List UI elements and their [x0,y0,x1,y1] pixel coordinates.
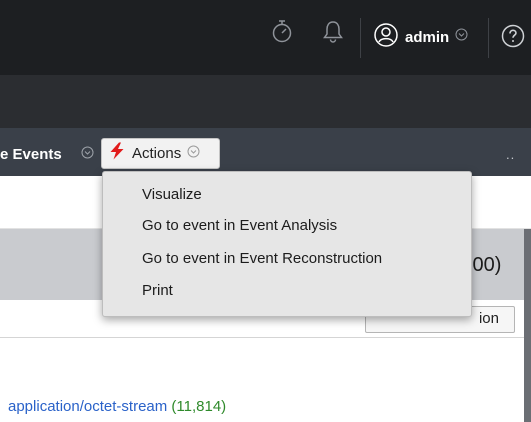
user-icon [373,22,399,53]
mime-type-row[interactable]: application/octet-stream (11,814) [8,398,226,415]
chevron-down-icon [455,28,468,46]
lightning-icon [109,142,125,165]
events-menu-label[interactable]: e Events [0,146,62,163]
user-name: admin [405,28,450,46]
actions-dropdown-menu: Visualize Go to event in Event Analysis … [102,171,472,317]
bell-icon[interactable] [322,18,344,44]
menu-item-print[interactable]: Print [142,282,173,299]
header-divider [360,18,361,58]
top-header-bar: admin [0,0,531,75]
menu-item-visualize[interactable]: Visualize [142,186,202,203]
menu-item-event-analysis[interactable]: Go to event in Event Analysis [142,217,337,234]
toolbar-overflow[interactable]: .. [506,147,515,162]
chevron-down-icon [187,145,200,163]
menu-item-event-reconstruction[interactable]: Go to event in Event Reconstruction [142,250,382,267]
stopwatch-icon[interactable] [271,18,293,44]
user-menu[interactable]: admin [373,22,468,53]
actions-label: Actions [132,145,182,162]
mime-type-count: (11,814) [171,398,227,415]
header-divider [488,18,489,58]
time-range-text: :00) [467,254,502,276]
chevron-down-icon[interactable] [81,146,94,164]
actions-button[interactable]: Actions [101,138,220,169]
events-toolbar [0,128,531,176]
visualization-label: ion [478,310,499,327]
mime-type-link[interactable]: application/octet-stream [8,398,167,415]
scrollbar[interactable] [524,229,531,422]
help-icon[interactable] [501,24,525,48]
navigation-bar [0,75,531,128]
